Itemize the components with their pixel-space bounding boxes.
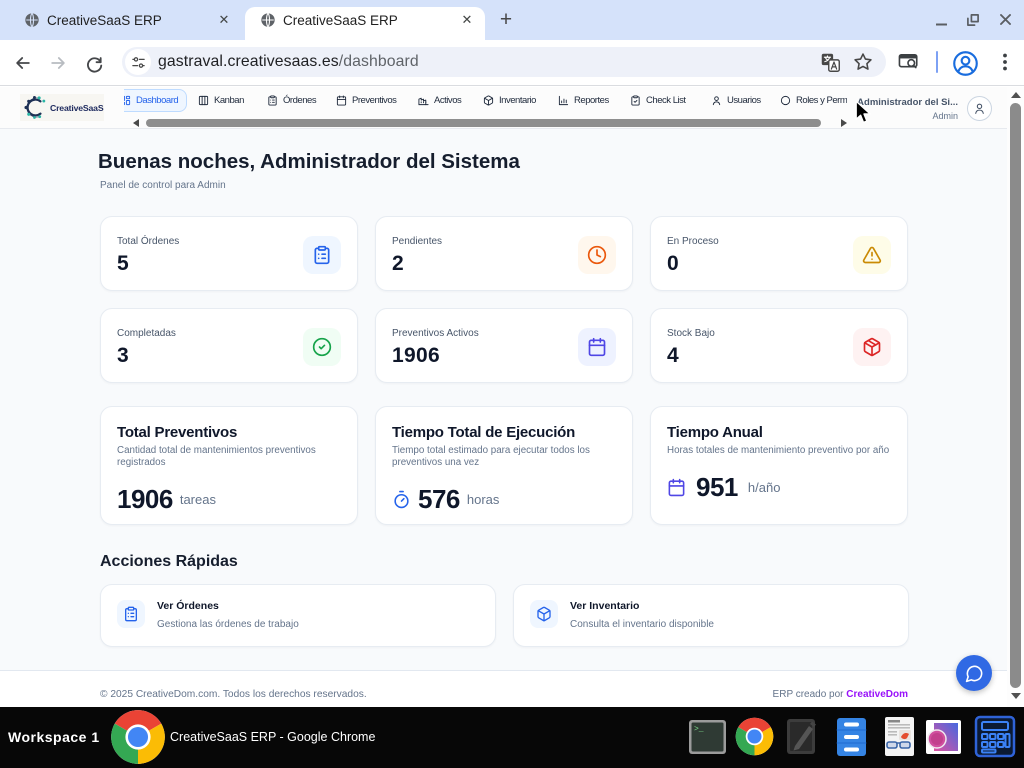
svg-text:>_: >_ [694, 725, 704, 734]
